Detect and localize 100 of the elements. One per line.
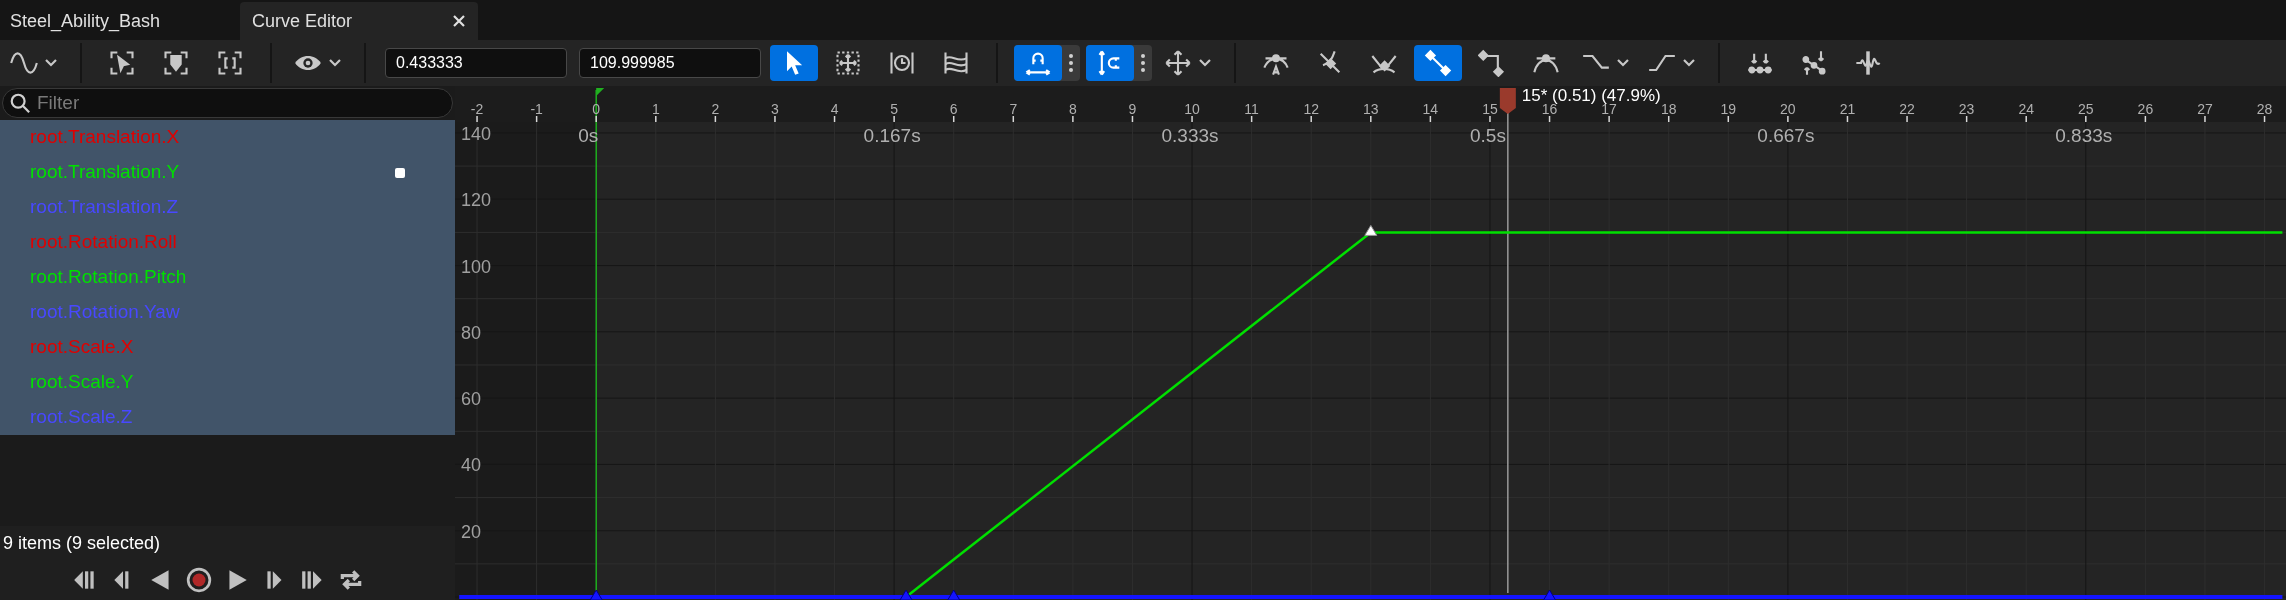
frame-tick xyxy=(1787,115,1789,123)
frame-label: 24 xyxy=(2018,101,2034,117)
time-label: 0.667s xyxy=(1757,125,1815,146)
frame-label: -1 xyxy=(530,101,543,117)
frame-label: 13 xyxy=(1363,101,1379,117)
curve-icon xyxy=(10,49,38,77)
frame-label: 22 xyxy=(1899,101,1915,117)
search-icon xyxy=(9,92,31,114)
value-label: 40 xyxy=(461,455,482,476)
time-label: 0.333s xyxy=(1161,125,1219,146)
frame-tick xyxy=(2263,115,2266,123)
frame-tick xyxy=(1965,115,1968,123)
frame-label: 26 xyxy=(2137,101,2154,117)
tool-button[interactable] xyxy=(770,45,818,81)
frame-label: 23 xyxy=(1958,101,1975,117)
frame-tick xyxy=(1489,115,1491,123)
frame-label: 6 xyxy=(949,101,958,117)
caret-icon xyxy=(1616,58,1630,68)
curve-row[interactable]: root.Translation.Y xyxy=(0,155,455,190)
frame-label: 2 xyxy=(711,101,720,117)
filter-field[interactable]: Filter xyxy=(2,88,453,118)
frame-tick xyxy=(1191,115,1193,123)
frame-tick xyxy=(1072,115,1074,123)
frame-tick xyxy=(1429,115,1432,123)
frame-label: 3 xyxy=(771,101,779,117)
frame-label: 19 xyxy=(1720,101,1737,117)
value-field[interactable]: 109.999985 xyxy=(579,48,761,78)
frame-tick xyxy=(774,115,776,123)
frame-tick xyxy=(1310,115,1312,123)
value-label: 140 xyxy=(461,123,492,144)
frame-label: 27 xyxy=(2197,101,2213,117)
value-label: 120 xyxy=(461,190,492,211)
curve-row[interactable]: root.Scale.Y xyxy=(0,365,455,400)
tool-button[interactable] xyxy=(1414,45,1462,81)
curve-row[interactable]: root.Rotation.Pitch xyxy=(0,260,455,295)
transform-icon xyxy=(834,49,862,77)
frame-label: 1 xyxy=(651,101,660,117)
frame-tick xyxy=(714,115,717,123)
frame-tick xyxy=(1608,115,1610,123)
value-label: 60 xyxy=(461,389,482,410)
frame-tick xyxy=(476,115,478,123)
keyframe[interactable] xyxy=(1364,224,1378,236)
frame-label: 14 xyxy=(1422,101,1439,117)
time-label: 0.167s xyxy=(863,125,921,146)
value-label: 100 xyxy=(461,256,492,277)
close-icon[interactable] xyxy=(452,14,466,28)
frame-label: 20 xyxy=(1780,101,1796,117)
caret-icon xyxy=(44,58,58,68)
frame-label: 8 xyxy=(1069,101,1077,117)
frame-tick xyxy=(2085,115,2087,123)
frame-tick xyxy=(1370,115,1372,123)
caret-icon xyxy=(328,58,342,68)
constant-icon xyxy=(1478,49,1506,77)
frame-icon xyxy=(216,49,244,77)
linear-icon xyxy=(1424,49,1452,77)
playhead-label: 15* (0.51) (47.9%) xyxy=(1521,86,1661,105)
frame-tick xyxy=(893,115,895,123)
keyframe[interactable] xyxy=(899,589,913,600)
frame-tick xyxy=(1906,115,1908,123)
frame-label: 5 xyxy=(890,101,899,117)
tab[interactable]: Curve Editor xyxy=(240,2,478,40)
tool-button[interactable] xyxy=(1014,45,1062,81)
frame-label: -2 xyxy=(470,101,484,117)
frame-tick xyxy=(2204,115,2206,123)
frame-label: 4 xyxy=(830,101,839,117)
record-icon[interactable] xyxy=(185,567,212,593)
frame-tick xyxy=(1846,115,1849,123)
straighten-icon xyxy=(1800,49,1828,77)
frame-tick xyxy=(1667,115,1670,123)
frame-tick xyxy=(655,115,657,123)
frame-tick xyxy=(535,115,538,123)
move-icon xyxy=(1164,49,1192,77)
frame-label: 28 xyxy=(2256,101,2273,117)
frame-label: 21 xyxy=(1839,101,1856,117)
frame-label: 15 xyxy=(1482,101,1498,117)
value-label: 80 xyxy=(461,322,482,343)
frame-tick xyxy=(833,115,836,123)
item-count-text: 9 items (9 selected) xyxy=(3,531,161,555)
frame-label: 10 xyxy=(1184,101,1200,117)
time-label: 0.5s xyxy=(1470,125,1506,146)
frame-label: 7 xyxy=(1009,101,1018,117)
frame-label: 9 xyxy=(1128,101,1137,117)
caret-icon xyxy=(1682,58,1696,68)
key-icon xyxy=(162,49,190,77)
frame-tick xyxy=(2025,115,2027,123)
tool-button[interactable] xyxy=(1086,45,1134,81)
frame-tick xyxy=(1727,115,1730,123)
frame-tick xyxy=(1250,115,1253,123)
select-icon xyxy=(108,49,136,77)
frame-tick xyxy=(1012,115,1015,123)
frame-tick xyxy=(952,115,955,123)
frame-tick xyxy=(1548,115,1551,123)
frame-label: 11 xyxy=(1244,101,1259,117)
time-label: 0.833s xyxy=(2055,125,2113,146)
value-field[interactable]: 0.433333 xyxy=(385,48,567,78)
frame-label: 25 xyxy=(2078,101,2094,117)
waveform-icon xyxy=(1854,49,1882,77)
frame-tick xyxy=(2144,115,2147,123)
frame-label: 12 xyxy=(1303,101,1319,117)
frame-tick xyxy=(1131,115,1134,123)
